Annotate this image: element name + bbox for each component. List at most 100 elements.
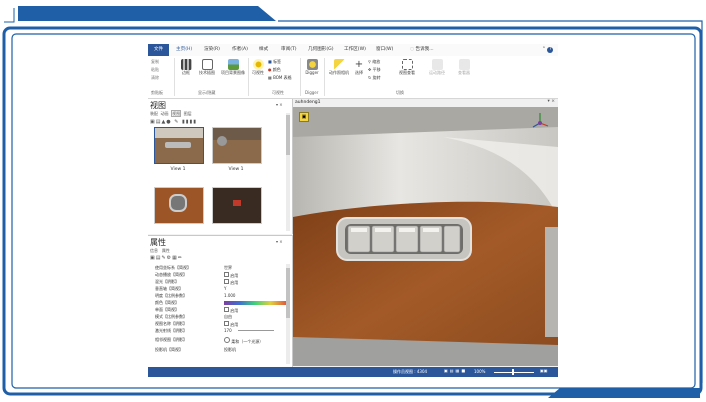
properties-scrollbar[interactable]	[286, 264, 290, 364]
axis-triad-icon[interactable]	[529, 109, 551, 131]
pan-button[interactable]: ✥ 平移	[368, 67, 381, 73]
path-icon	[431, 59, 443, 70]
copy-button[interactable]: 复制	[151, 59, 159, 65]
views-toolbar[interactable]: ▣▤▲● ✎ ▮▮▮▮	[150, 119, 197, 125]
select-button[interactable]: + 选择	[352, 59, 366, 76]
view-thumbnail[interactable]	[154, 187, 204, 224]
property-row[interactable]: 模式【比例参数】 自由	[152, 314, 288, 320]
background-image-button[interactable]: 项目背景图像	[220, 59, 246, 76]
document-tab[interactable]: auhndeng1	[295, 100, 321, 105]
label-toggle[interactable]: ■ 标签	[268, 59, 281, 65]
tab-views[interactable]: 视图	[171, 110, 182, 117]
digger-button[interactable]: Digger	[303, 59, 321, 75]
clipboard-group-label: 剪贴板	[151, 90, 163, 95]
properties-toolbar[interactable]: ▣▤✎⚙▦✏	[150, 255, 183, 261]
view-thumbnail-label: View 1	[170, 167, 186, 172]
image-icon	[227, 59, 239, 70]
border-button[interactable]: 边框	[178, 59, 194, 76]
tab-review[interactable]: 审阅(T)	[281, 44, 297, 56]
property-row[interactable]: 单面【简视】 启用	[152, 307, 288, 313]
thumb-button	[233, 200, 241, 206]
pin-icon[interactable]: ▾ ×	[276, 102, 283, 107]
zoom-button[interactable]: ⚲ 缩放	[368, 59, 380, 65]
viewer-button[interactable]: 查看器	[452, 59, 476, 76]
table-icon: ▦	[268, 75, 272, 80]
scroll-thumb[interactable]	[286, 268, 290, 318]
3d-viewport[interactable]: ▣	[293, 107, 558, 366]
lightbulb-icon: ◌	[410, 47, 415, 52]
clear-button[interactable]: 清除	[151, 75, 159, 81]
fit-screen-icon[interactable]: ▣▣	[540, 368, 548, 373]
checkbox[interactable]	[224, 272, 229, 277]
tech-illustration-button[interactable]: 技术插图	[197, 59, 217, 76]
file-menu-button[interactable]: 文件	[148, 44, 169, 56]
zoom-slider[interactable]	[494, 372, 534, 373]
property-row[interactable]: 相邻视图【阴影】 柔和（一个光源）	[152, 337, 288, 344]
property-row[interactable]: 激光射线【阴影】 170	[152, 328, 288, 334]
visibility-button[interactable]: 可视性	[250, 59, 266, 76]
fit-view-button[interactable]: 视图查看	[394, 59, 420, 76]
property-row[interactable]: 垂直轴【简视】 Y	[152, 286, 288, 292]
tab-animation[interactable]: 动画	[161, 111, 169, 116]
collapse-icon: ⌃	[542, 47, 546, 52]
divider	[174, 58, 175, 96]
tools-group-label: 切换	[396, 90, 404, 95]
checkbox[interactable]	[224, 321, 229, 326]
view-thumbnail-label: View 1	[228, 167, 244, 172]
status-bar: 操作员视图 : 4304 ▣▤▦■ 100% ▣▣	[148, 367, 558, 377]
property-row[interactable]: 颜色【简视】	[152, 300, 288, 306]
bom-toggle[interactable]: ▦ BOM 表格	[268, 75, 292, 81]
view-thumbnail[interactable]	[212, 127, 262, 164]
checkbox[interactable]	[224, 307, 229, 312]
rotate-icon: ↻	[368, 75, 372, 80]
property-row[interactable]: 混光【阴影】 启用	[152, 279, 288, 285]
tab-assembly[interactable]: 装配	[150, 111, 158, 116]
property-row[interactable]: 使用坐标系【简视】 世界	[152, 265, 288, 271]
fit-view-icon	[401, 59, 413, 70]
rotate-button[interactable]: ↻ 旋转	[368, 75, 381, 81]
value-slider[interactable]	[238, 330, 274, 331]
property-row[interactable]: 动态播放【简视】 启用	[152, 272, 288, 278]
close-icon[interactable]: ▾ ×	[548, 99, 555, 104]
divider	[248, 58, 249, 96]
radio-icon[interactable]	[224, 337, 230, 343]
property-row[interactable]: 投影机【简视】 投影机	[152, 347, 288, 353]
palette-icon: ●	[268, 67, 272, 72]
status-text: 操作员视图 : 4304	[393, 369, 428, 374]
ribbon: 复制 粘贴 清除 剪贴板 边框 技术插图 项目背景图像 显示/隐藏 可视性 ■ …	[148, 56, 558, 99]
app-window: 文件 主页(H) 渲染(R) 作者(A) 样式 审阅(T) 几何图形(G) 工作…	[148, 44, 558, 377]
tab-geometry[interactable]: 几何图形(G)	[308, 44, 334, 56]
checkbox[interactable]	[224, 279, 229, 284]
paste-button[interactable]: 粘贴	[151, 67, 159, 73]
properties-subtabs: 信息 属性	[150, 248, 170, 254]
motion-path-button[interactable]: 运动路径	[424, 59, 450, 76]
tab-render[interactable]: 渲染(R)	[204, 44, 220, 56]
scroll-thumb[interactable]	[286, 115, 290, 155]
color-toggle[interactable]: ● 颜色	[268, 67, 281, 73]
zoom-icon: ⚲	[368, 59, 371, 64]
view-thumbnail[interactable]	[154, 127, 204, 164]
thumb-knob	[217, 136, 227, 146]
zoom-slider-thumb[interactable]	[512, 369, 514, 375]
viewport-corner-icon[interactable]: ▣	[299, 112, 309, 122]
tab-properties[interactable]: 属性	[162, 248, 170, 253]
view-thumbnail[interactable]	[212, 187, 262, 224]
pin-icon[interactable]: ▾ ×	[276, 239, 283, 244]
label-icon: ■	[268, 59, 272, 64]
help-button[interactable]: ⌃ ?	[542, 44, 554, 56]
tab-workspace[interactable]: 工作区(W)	[344, 44, 366, 56]
tab-style[interactable]: 样式	[259, 44, 268, 56]
property-row[interactable]: 明度【比例参数】 1.000	[152, 293, 288, 299]
property-row[interactable]: 视图名称【阴影】 启用	[152, 321, 288, 327]
tab-window[interactable]: 窗口(W)	[376, 44, 393, 56]
motion-camera-button[interactable]: 动作照相机	[328, 59, 350, 76]
tell-me-search[interactable]: ◌ 告诉我...	[410, 44, 434, 56]
thumb-dash	[155, 128, 203, 138]
color-gradient-swatch[interactable]	[224, 301, 286, 305]
views-scrollbar[interactable]	[286, 113, 290, 231]
tab-author[interactable]: 作者(A)	[232, 44, 248, 56]
statusbar-icons[interactable]: ▣▤▦■	[444, 368, 467, 373]
tab-layers[interactable]: 图层	[184, 111, 192, 116]
tab-info[interactable]: 信息	[150, 248, 158, 253]
views-panel-title: 视图	[150, 101, 166, 110]
